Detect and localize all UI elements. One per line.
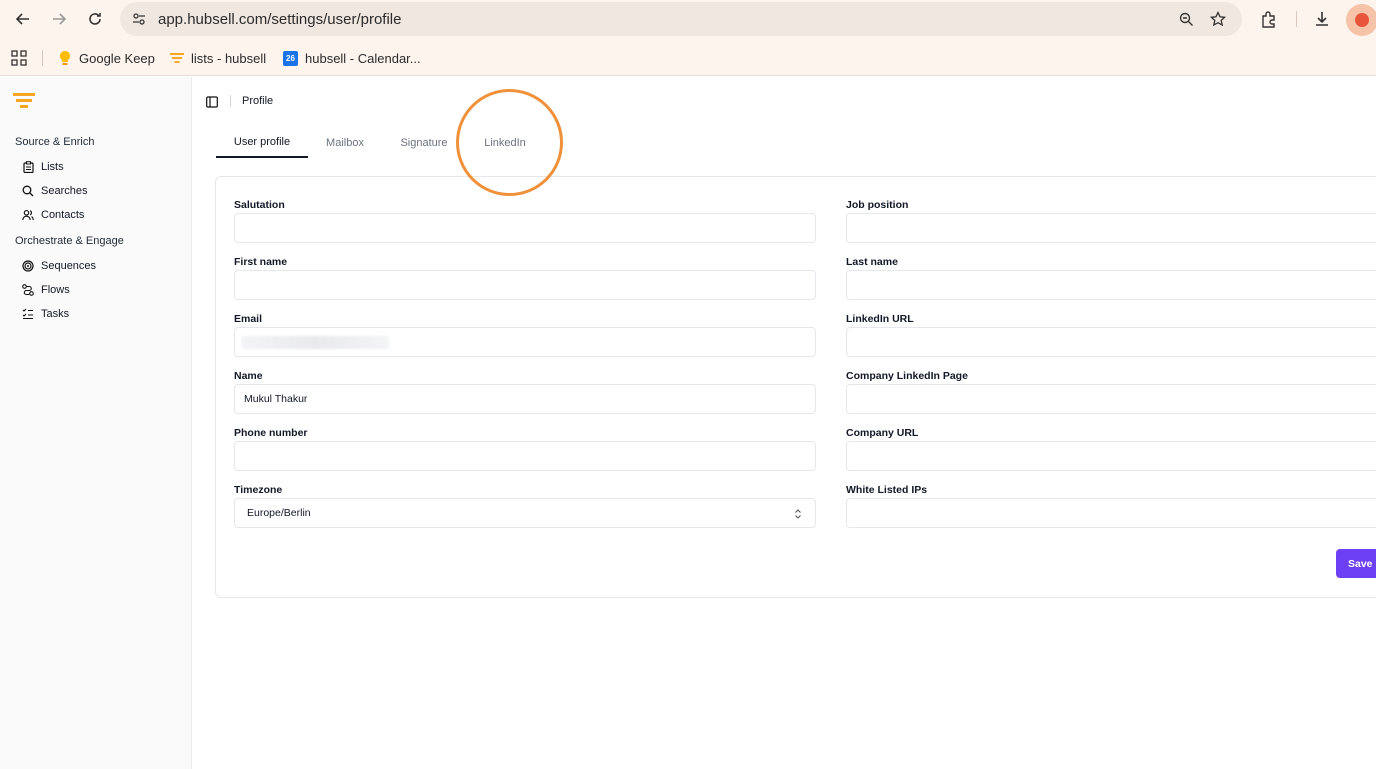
phone-number-label: Phone number: [234, 427, 308, 439]
sidebar-item-contacts[interactable]: Contacts: [22, 206, 84, 224]
forward-arrow-icon[interactable]: [48, 8, 70, 30]
bookmark-separator: [42, 50, 43, 66]
address-bar[interactable]: app.hubsell.com/settings/user/profile: [120, 2, 1242, 36]
zoom-icon[interactable]: [1177, 10, 1195, 28]
sidebar-item-tasks[interactable]: Tasks: [22, 305, 69, 323]
page-header: Profile: [206, 94, 273, 108]
bookmark-label: lists - hubsell: [191, 50, 267, 66]
linkedin-url-label: LinkedIn URL: [846, 313, 914, 325]
reload-icon[interactable]: [84, 8, 106, 30]
target-icon: [22, 260, 34, 272]
sidebar-item-lists[interactable]: Lists: [22, 158, 64, 176]
breadcrumb: Profile: [242, 95, 274, 107]
sidebar-item-searches[interactable]: Searches: [22, 182, 87, 200]
sidebar-item-label: Flows: [41, 284, 70, 296]
flow-icon: [22, 284, 34, 296]
toolbar-divider: [1296, 11, 1297, 27]
redacted-email: [241, 336, 389, 349]
lightbulb-icon: [60, 51, 70, 65]
tasks-icon: [22, 308, 34, 320]
bookmark-hubsell-calendar[interactable]: 26 hubsell - Calendar...: [283, 49, 421, 67]
email-label: Email: [234, 313, 263, 325]
clipboard-icon: [22, 161, 34, 173]
salutation-input[interactable]: [234, 213, 816, 243]
profile-avatar[interactable]: [1346, 4, 1376, 36]
tab-user-profile[interactable]: User profile: [216, 128, 308, 158]
white-listed-ips-input[interactable]: [846, 498, 1376, 528]
tab-mailbox[interactable]: Mailbox: [316, 128, 374, 158]
email-input[interactable]: [234, 327, 816, 357]
hubsell-logo-icon[interactable]: [13, 91, 35, 111]
app-sidebar: Source & Enrich Lists Searches Contacts …: [0, 77, 192, 769]
bookmark-google-keep[interactable]: Google Keep: [58, 49, 155, 67]
section-source-enrich: Source & Enrich: [15, 136, 95, 148]
phone-number-input[interactable]: [234, 441, 816, 471]
url-text[interactable]: app.hubsell.com/settings/user/profile: [158, 11, 401, 28]
last-name-label: Last name: [846, 256, 898, 268]
tab-linkedin[interactable]: LinkedIn: [474, 128, 536, 158]
last-name-input[interactable]: [846, 270, 1376, 300]
search-icon: [22, 185, 34, 197]
users-icon: [22, 209, 34, 221]
sidebar-item-label: Contacts: [41, 209, 85, 221]
timezone-select[interactable]: Europe/Berlin: [234, 498, 816, 528]
hubsell-logo-icon: [170, 53, 184, 63]
bookmarks-bar: Google Keep lists - hubsell 26 hubsell -…: [0, 38, 1376, 76]
extensions-icon[interactable]: [1258, 8, 1280, 30]
bookmark-lists-hubsell[interactable]: lists - hubsell: [170, 49, 266, 67]
company-linkedin-page-input[interactable]: [846, 384, 1376, 414]
sidebar-toggle-icon[interactable]: [206, 95, 218, 108]
job-position-input[interactable]: [846, 213, 1376, 243]
star-icon[interactable]: [1209, 10, 1227, 28]
sidebar-item-label: Tasks: [41, 308, 70, 320]
download-icon[interactable]: [1311, 8, 1333, 30]
header-divider: [230, 95, 231, 107]
company-url-label: Company URL: [846, 427, 919, 439]
name-input[interactable]: Mukul Thakur: [234, 384, 816, 414]
back-arrow-icon[interactable]: [12, 8, 34, 30]
company-linkedin-page-label: Company LinkedIn Page: [846, 370, 968, 382]
first-name-input[interactable]: [234, 270, 816, 300]
timezone-label: Timezone: [234, 484, 283, 496]
job-position-label: Job position: [846, 199, 909, 211]
section-orchestrate-engage: Orchestrate & Engage: [15, 235, 124, 247]
first-name-label: First name: [234, 256, 288, 268]
sidebar-item-flows[interactable]: Flows: [22, 281, 70, 299]
white-listed-ips-label: White Listed IPs: [846, 484, 928, 496]
profile-form-card: Salutation First name Email Name Mukul T…: [215, 176, 1376, 598]
company-url-input[interactable]: [846, 441, 1376, 471]
tab-signature[interactable]: Signature: [392, 128, 456, 158]
linkedin-url-input[interactable]: [846, 327, 1376, 357]
browser-toolbar: app.hubsell.com/settings/user/profile: [0, 0, 1376, 38]
sidebar-item-sequences[interactable]: Sequences: [22, 257, 96, 275]
sidebar-item-label: Sequences: [41, 260, 97, 272]
calendar-icon: 26: [283, 50, 298, 66]
sidebar-item-label: Lists: [41, 161, 64, 173]
chevron-up-down-icon: [793, 507, 803, 521]
timezone-value: Europe/Berlin: [247, 507, 311, 519]
site-settings-icon[interactable]: [130, 10, 148, 28]
apps-grid-icon[interactable]: [11, 50, 27, 66]
save-button[interactable]: Save changes: [1336, 549, 1376, 578]
bookmark-label: Google Keep: [79, 50, 155, 66]
salutation-label: Salutation: [234, 199, 285, 211]
bookmark-label: hubsell - Calendar...: [305, 50, 421, 66]
sidebar-item-label: Searches: [41, 185, 88, 197]
name-label: Name: [234, 370, 263, 382]
